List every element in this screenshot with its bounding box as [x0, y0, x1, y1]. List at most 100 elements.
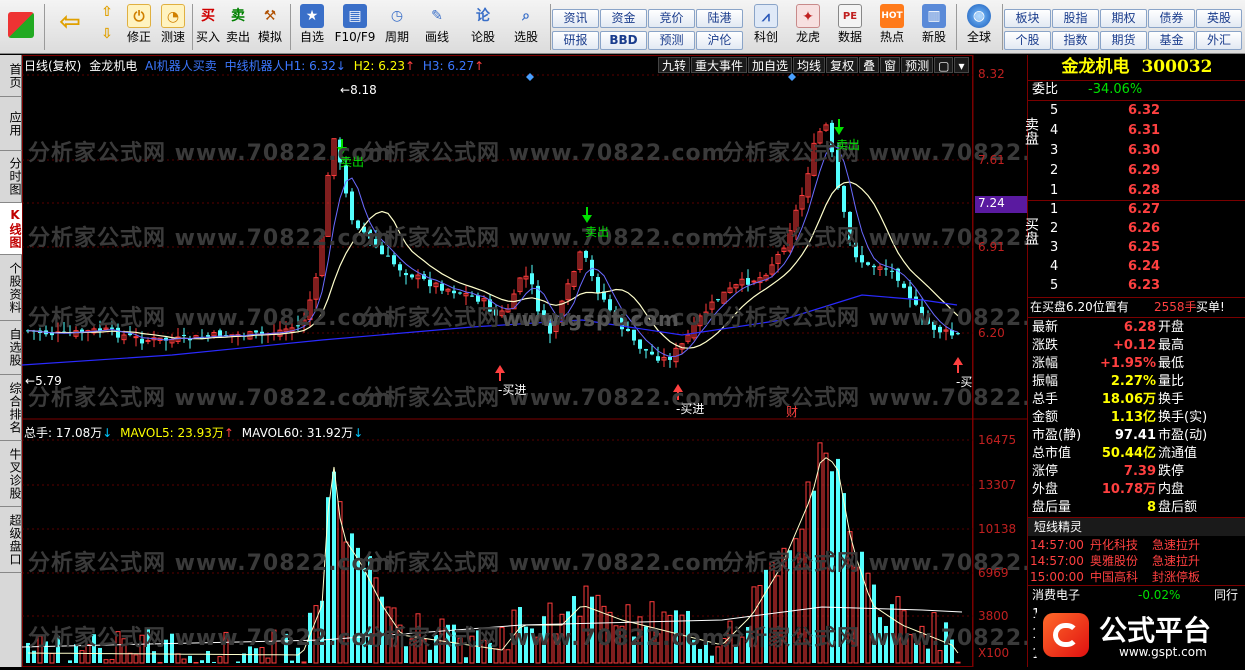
volume-bar-down — [206, 650, 210, 663]
news-button[interactable]: 资讯 — [552, 9, 599, 28]
sector-row[interactable]: 消费电子 -0.02% 同行 — [1028, 586, 1245, 604]
indicator-h3-text: H3: 6.27 — [422, 59, 475, 73]
lock-icon[interactable]: ▢ — [934, 57, 954, 73]
tab-intraday[interactable]: 分时图 — [0, 151, 22, 203]
hk-connect-button[interactable]: 陆港 — [696, 9, 743, 28]
speed-test-button[interactable]: ◔ 测速 — [156, 2, 190, 52]
tab-ranking[interactable]: 综合排名 — [0, 375, 22, 441]
candle-down — [608, 299, 612, 311]
auction-button[interactable]: 竞价 — [648, 9, 695, 28]
menu-add-watchlist[interactable]: 加自选 — [748, 57, 793, 73]
sci-tech-button[interactable]: ⩘ 科创 — [748, 2, 784, 52]
menu-nine-turn[interactable]: 九转 — [658, 57, 691, 73]
data-button[interactable]: PE 数据 — [832, 2, 868, 52]
tab-diagnosis[interactable]: 牛叉诊股 — [0, 441, 22, 507]
menu-window[interactable]: 窗 — [880, 57, 901, 73]
price-tick-8.32: 8.32 — [978, 67, 1005, 81]
tab-home[interactable]: 首页 — [0, 55, 22, 97]
buy-level-row[interactable]: 5 6.23 — [1028, 277, 1245, 295]
buy-button[interactable]: 买 买入 — [194, 2, 222, 52]
volume-bar-up — [865, 572, 871, 664]
volume-bar-down — [152, 651, 156, 663]
kline-svg[interactable] — [22, 55, 1027, 667]
candle-down — [872, 265, 876, 268]
discuss-label: 论股 — [470, 30, 495, 44]
tab-watchlist[interactable]: 自选股 — [0, 321, 22, 375]
options-button[interactable]: 期权 — [1100, 9, 1147, 28]
sector-tail: 同行 — [1214, 588, 1239, 602]
volume-bar-up — [553, 633, 559, 664]
tab-kline[interactable]: K线图 — [0, 203, 22, 255]
gspt-logo-icon — [1043, 613, 1089, 657]
discuss-button[interactable]: 论 论股 — [466, 2, 500, 52]
stat-value: 7.39 — [1123, 464, 1156, 479]
index-button[interactable]: 指数 — [1052, 31, 1099, 50]
up-down-button[interactable]: ⇧ ⇩ — [94, 2, 120, 52]
menu-major-events[interactable]: 重大事件 — [691, 57, 748, 73]
volume-bar-up — [301, 661, 307, 664]
volume-bar-down — [326, 497, 330, 663]
uk-stocks-button[interactable]: 英股 — [1196, 9, 1242, 28]
kline-chart-panel[interactable]: 分析家公式网 www.70822.com 分析家公式网 www.70822.co… — [22, 55, 1085, 667]
tab-super-orderbook[interactable]: 超级盘口 — [0, 507, 22, 573]
sell-level-row[interactable]: 4 6.31 — [1028, 122, 1245, 140]
candle-down — [644, 349, 648, 351]
app-logo[interactable] — [6, 2, 36, 52]
futures-button[interactable]: 期货 — [1100, 31, 1147, 50]
volume-bar-down — [170, 633, 174, 663]
menu-adjust[interactable]: 复权 — [826, 57, 859, 73]
draw-line-button[interactable]: ✎ 画线 — [420, 2, 454, 52]
fund-button[interactable]: 基金 — [1148, 31, 1195, 50]
shanghai-london-button[interactable]: 沪伦 — [696, 31, 743, 50]
simulate-button[interactable]: ⚒ 模拟 — [254, 2, 286, 52]
sprite-item[interactable]: 15:00:00 中国高科 封涨停板 — [1028, 568, 1245, 586]
research-button[interactable]: 研报 — [552, 31, 599, 50]
back-button[interactable]: ⇦ — [54, 2, 86, 52]
buy-level-row[interactable]: 4 6.24 — [1028, 258, 1245, 276]
volume-bar-up — [415, 613, 421, 664]
hotspot-button[interactable]: HOT 热点 — [874, 2, 910, 52]
volume-bar-up — [313, 605, 319, 664]
sector-button[interactable]: 板块 — [1004, 9, 1051, 28]
stocks-button[interactable]: 个股 — [1004, 31, 1051, 50]
low-marker: ←5.79 — [25, 374, 62, 388]
pick-stock-button[interactable]: ⌕ 选股 — [508, 2, 544, 52]
tab-profile[interactable]: 个股资料 — [0, 255, 22, 321]
stock-index-button[interactable]: 股指 — [1052, 9, 1099, 28]
period-button[interactable]: ◷ 周期 — [380, 2, 414, 52]
bbd-button[interactable]: BBD — [600, 31, 647, 50]
menu-ma[interactable]: 均线 — [793, 57, 826, 73]
fix-button[interactable]: ⏻ 修正 — [122, 2, 156, 52]
chart-header: 日线(复权) 金龙机电 AI机器人买卖 中线机器人H1: 6.32↓ H2: 6… — [24, 57, 484, 74]
forecast-button[interactable]: 预测 — [648, 31, 695, 50]
new-stock-button[interactable]: ▥ 新股 — [916, 2, 952, 52]
f10-button[interactable]: ▤ F10/F9 — [334, 2, 376, 52]
dropdown-icon[interactable]: ▾ — [954, 57, 969, 73]
volume-bar-up — [127, 652, 133, 664]
sell-level-row[interactable]: 3 6.30 — [1028, 142, 1245, 160]
watchlist-button[interactable]: ★ 自选 — [294, 2, 330, 52]
global-button[interactable]: ◍ 全球 — [960, 2, 998, 52]
sell-level-row[interactable]: 2 6.29 — [1028, 162, 1245, 180]
candle-down — [716, 299, 720, 301]
mavol5-text: MAVOL5: 23.93万 — [120, 426, 224, 440]
buy-level-row[interactable]: 2 6.26 — [1028, 220, 1245, 238]
bonds-button[interactable]: 债券 — [1148, 9, 1195, 28]
buy-level-row[interactable]: 3 6.25 — [1028, 239, 1245, 257]
forex-button[interactable]: 外汇 — [1196, 31, 1242, 50]
volume-bar-up — [259, 647, 265, 664]
menu-forecast[interactable]: 预测 — [901, 57, 934, 73]
sell-button[interactable]: 卖 卖出 — [224, 2, 252, 52]
volume-bar-up — [157, 661, 163, 664]
tab-apps[interactable]: 应用 — [0, 97, 22, 151]
sell-level-row[interactable]: 1 6.28 — [1028, 182, 1245, 200]
buy-level-row[interactable]: 1 6.27 — [1028, 201, 1245, 219]
menu-overlay[interactable]: 叠 — [859, 57, 880, 73]
candle-down — [368, 229, 372, 239]
pick-stock-label: 选股 — [513, 30, 538, 44]
volume-bar-up — [751, 586, 757, 664]
funds-button[interactable]: 资金 — [600, 9, 647, 28]
sell-level-row[interactable]: 5 6.32 — [1028, 102, 1245, 120]
dragon-tiger-button[interactable]: ✦ 龙虎 — [790, 2, 826, 52]
period-icon: ◷ — [390, 8, 404, 24]
